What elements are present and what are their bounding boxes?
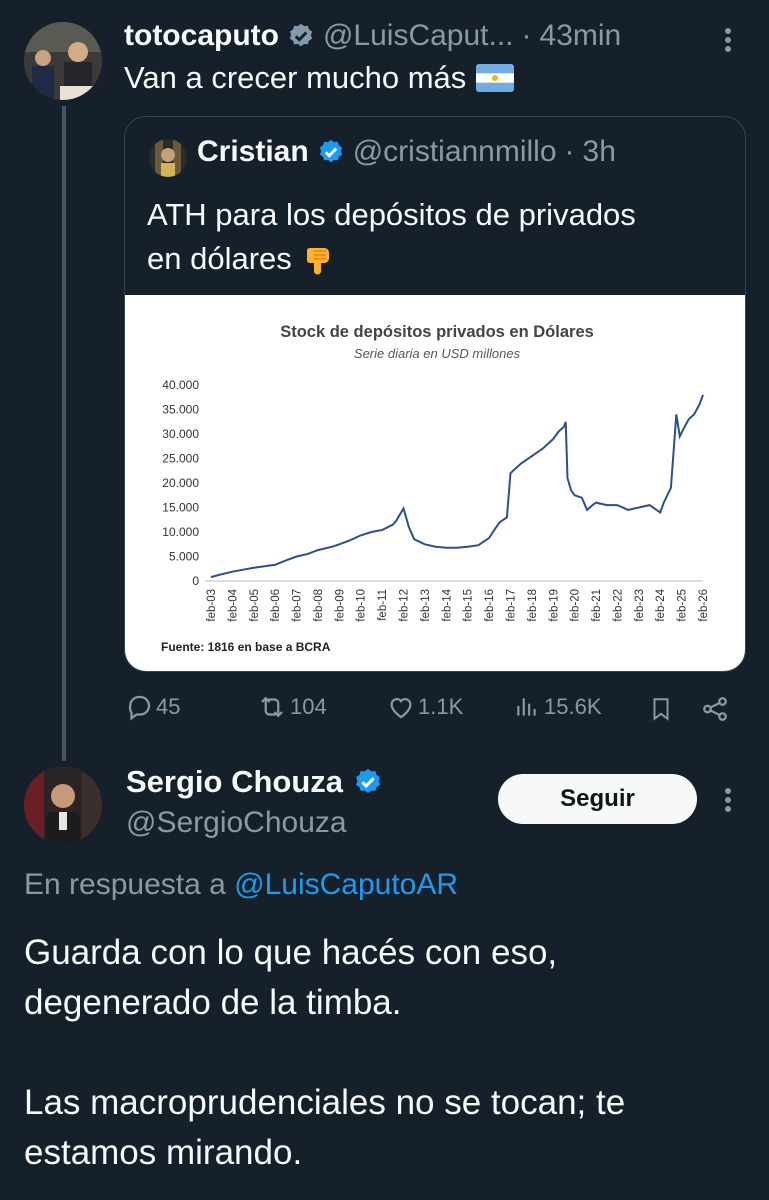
x-tick-label: feb-19 xyxy=(548,589,560,622)
x-tick-label: feb-11 xyxy=(377,589,389,621)
x-tick-label: feb-21 xyxy=(591,589,603,622)
y-tick-label: 15.000 xyxy=(162,501,199,515)
x-tick-label: feb-20 xyxy=(570,589,582,622)
x-tick-label: feb-12 xyxy=(399,589,411,622)
x-tick-label: feb-13 xyxy=(420,589,432,622)
views-action[interactable]: 15.6K xyxy=(514,692,602,722)
reply-action[interactable]: 45 xyxy=(124,692,180,722)
avatar-totocaputo[interactable] xyxy=(24,22,102,100)
avatar-photo xyxy=(149,139,187,177)
tweet2-display-name[interactable]: Sergio Chouza xyxy=(126,764,343,800)
reply-prefix: En respuesta a xyxy=(24,868,226,901)
tweet1-dot: · xyxy=(521,19,532,52)
tweet2-handle[interactable]: @SergioChouza xyxy=(126,806,347,840)
chart-source: Fuente: 1816 en base a BCRA xyxy=(161,640,331,654)
tweet1-display-name[interactable]: totocaputo xyxy=(124,19,279,53)
avatar-photo xyxy=(24,22,102,100)
x-tick-label: feb-15 xyxy=(463,589,475,622)
quote-handle[interactable]: @cristiannmillo xyxy=(353,135,557,169)
x-tick-label: feb-10 xyxy=(356,589,368,622)
y-tick-label: 40.000 xyxy=(162,378,199,392)
pointing-down-icon xyxy=(306,248,329,275)
x-tick-label: feb-23 xyxy=(634,589,646,622)
deposits-line-chart: Stock de depósitos privados en Dólares S… xyxy=(161,323,710,654)
avatar-photo xyxy=(24,766,102,844)
verified-badge-icon xyxy=(356,768,380,794)
x-axis-ticks: feb-03 feb-04 feb-05 feb-06 feb-07 feb-08 feb-… xyxy=(206,588,710,621)
views-count: 15.6K xyxy=(544,694,602,719)
x-tick-label: feb-06 xyxy=(270,589,282,622)
chart-title: Stock de depósitos privados en Dólares xyxy=(280,323,594,341)
tweet2-text-line4: estamos mirando. xyxy=(24,1133,303,1172)
quoted-tweet-card[interactable]: Cristian @cristiannmillo · 3h ATH para l… xyxy=(124,116,746,672)
x-tick-label: feb-05 xyxy=(249,589,261,622)
like-count: 1.1K xyxy=(418,694,464,719)
series-line xyxy=(210,394,704,579)
tweet1-handle[interactable]: @LuisCaput... xyxy=(323,19,514,53)
quote-time[interactable]: 3h xyxy=(583,135,616,169)
avatar-sergiochouza[interactable] xyxy=(24,766,102,844)
quote-display-name[interactable]: Cristian xyxy=(197,135,309,169)
y-tick-label: 25.000 xyxy=(162,452,199,466)
more-options-icon[interactable] xyxy=(720,784,736,816)
verified-badge-icon xyxy=(289,23,313,47)
heart-icon xyxy=(390,698,412,719)
reply-to-link[interactable]: @LuisCaputoAR xyxy=(234,868,458,901)
tweet2-text-line2: degenerado de la timba. xyxy=(24,983,402,1022)
quote-dot: · xyxy=(564,135,575,168)
follow-button[interactable]: Seguir xyxy=(498,774,697,824)
reply-context: En respuesta a @LuisCaputoAR xyxy=(24,868,458,902)
chart-subtitle: Serie diaria en USD millones xyxy=(354,346,521,361)
tweet1-time[interactable]: 43min xyxy=(540,19,622,53)
bookmark-icon[interactable] xyxy=(648,694,674,729)
repost-count: 104 xyxy=(290,694,327,719)
y-tick-label: 5.000 xyxy=(169,550,199,564)
y-axis-ticks: 40.000 35.000 30.000 25.000 20.000 15.000 10.0… xyxy=(162,378,199,588)
x-tick-label: feb-17 xyxy=(505,589,517,622)
x-tick-label: feb-18 xyxy=(527,589,539,622)
x-tick-label: feb-25 xyxy=(677,589,689,622)
quote-text-line1: ATH para los depósitos de privados xyxy=(147,197,636,232)
chart-image[interactable]: Stock de depósitos privados en Dólares S… xyxy=(125,295,745,671)
y-tick-label: 35.000 xyxy=(162,403,199,417)
tweet2-text-line1: Guarda con lo que hacés con eso, xyxy=(24,933,558,972)
verified-badge-icon xyxy=(319,139,342,163)
like-action[interactable]: 1.1K xyxy=(386,692,463,722)
y-tick-label: 10.000 xyxy=(162,525,199,539)
x-tick-label: feb-07 xyxy=(292,589,304,622)
x-tick-label: feb-14 xyxy=(441,588,453,621)
more-options-icon[interactable] xyxy=(720,24,736,56)
repost-action[interactable]: 104 xyxy=(256,692,327,722)
tweet2-body: Guarda con lo que hacés con eso, degener… xyxy=(24,928,744,1178)
x-tick-label: feb-16 xyxy=(484,589,496,622)
y-tick-label: 0 xyxy=(192,574,199,588)
x-tick-label: feb-08 xyxy=(313,589,325,622)
argentina-flag-icon xyxy=(476,64,515,92)
tweet2-text-line3: Las macroprudenciales no se tocan; te xyxy=(24,1083,626,1122)
x-tick-label: feb-04 xyxy=(227,588,239,621)
y-tick-label: 20.000 xyxy=(162,476,199,490)
quote-text-line2: en dólares xyxy=(147,241,292,276)
avatar-cristian[interactable] xyxy=(149,139,187,177)
x-tick-label: feb-24 xyxy=(655,588,667,621)
share-icon[interactable] xyxy=(700,694,730,729)
tweet1-text: Van a crecer mucho más xyxy=(124,60,467,95)
x-tick-label: feb-26 xyxy=(698,589,710,622)
reply-count: 45 xyxy=(156,694,181,719)
x-tick-label: feb-09 xyxy=(334,589,346,622)
x-tick-label: feb-03 xyxy=(206,589,218,622)
repost-icon xyxy=(261,696,283,718)
reply-icon xyxy=(128,695,151,721)
y-tick-label: 30.000 xyxy=(162,427,199,441)
thread-connector-line xyxy=(62,106,66,761)
x-tick-label: feb-22 xyxy=(612,589,624,622)
views-icon xyxy=(517,698,536,716)
